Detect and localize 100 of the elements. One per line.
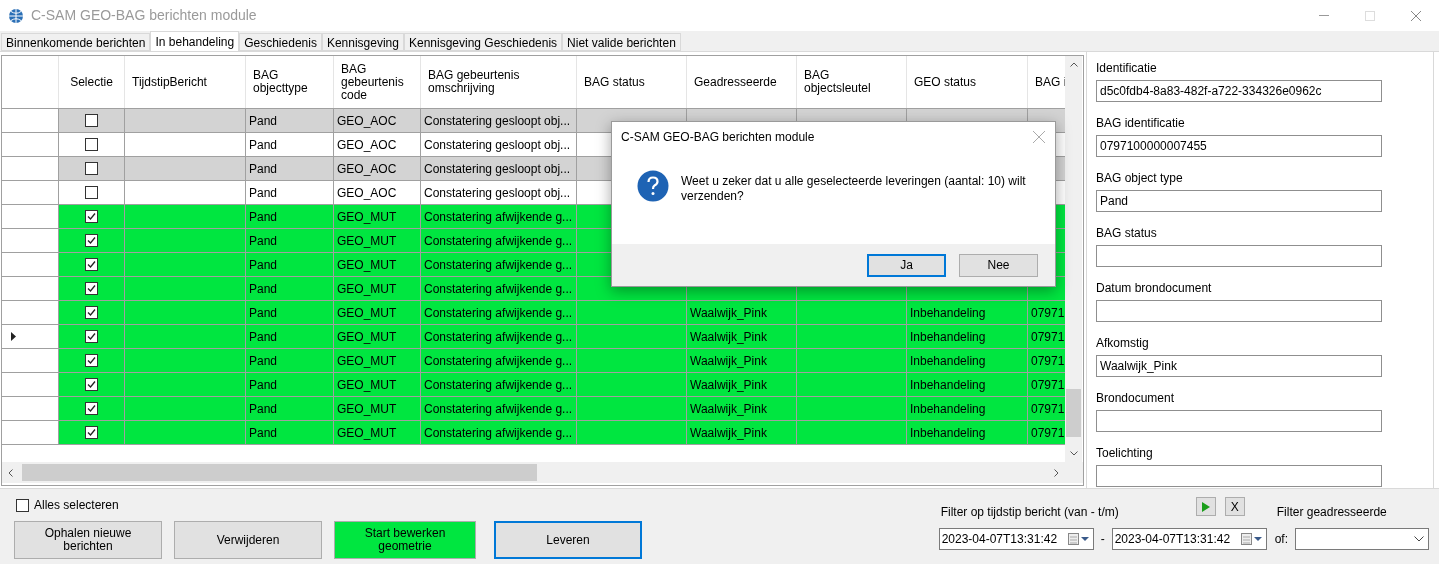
text-field[interactable] <box>1096 410 1382 432</box>
table-cell-text: Pand <box>249 376 278 394</box>
column-header[interactable]: BAG objectsleutel <box>797 56 907 108</box>
column-header[interactable]: Geadresseerde <box>687 56 797 108</box>
table-cell-text: GEO_MUT <box>337 352 397 370</box>
date-picker[interactable]: 2023-04-07T13:31:42 <box>938 528 1094 550</box>
text-field[interactable] <box>1096 300 1382 322</box>
column-header[interactable]: BAG gebeurtenis code <box>334 56 421 108</box>
column-header[interactable]: BAG status <box>577 56 687 108</box>
table-cell-text: Pand <box>249 424 278 442</box>
checkbox[interactable] <box>85 258 98 271</box>
column-header[interactable]: Selectie <box>59 56 125 108</box>
column-header[interactable]: BAG objecttype <box>246 56 334 108</box>
column-header[interactable]: BAG gebeurtenis omschrijving <box>421 56 577 108</box>
table-cell-text: GEO_MUT <box>337 376 397 394</box>
scrollbar-thumb[interactable] <box>22 464 537 481</box>
action-button[interactable]: Ophalen nieuwe berichten <box>14 521 162 559</box>
table-cell-text: GEO_AOC <box>337 184 397 202</box>
field-label: Identificatie <box>1096 60 1158 77</box>
action-button[interactable]: Verwijderen <box>174 521 322 559</box>
tab[interactable]: Binnenkomende berichten <box>1 33 151 51</box>
tab[interactable]: Geschiedenis <box>239 33 322 51</box>
tab[interactable]: Kennisgeving <box>321 33 404 51</box>
table-cell-text: Constatering gesloopt obj... <box>424 112 571 130</box>
chevron-left-icon[interactable] <box>8 468 13 477</box>
checkbox[interactable] <box>85 306 98 319</box>
column-header[interactable]: GEO status <box>907 56 1028 108</box>
text-field[interactable]: d5c0fdb4-8a83-482f-a722-334326e0962c <box>1096 80 1382 102</box>
table-cell-text: Constatering afwijkende g... <box>424 280 573 298</box>
table-cell-text: GEO_MUT <box>337 328 397 346</box>
play-icon <box>1201 501 1210 512</box>
tab[interactable]: Kennisgeving Geschiedenis <box>403 33 563 51</box>
text-field[interactable]: Waalwijk_Pink <box>1096 355 1382 377</box>
checkbox[interactable] <box>85 330 98 343</box>
text-field[interactable]: 0797100000007455 <box>1096 135 1382 157</box>
table-cell-text: 07971 <box>1031 304 1065 322</box>
grid-row[interactable]: Pand GEO_MUT Constatering afwijkende g... Waalwijk_Pink Inbehandeling 07971 <box>2 373 1065 397</box>
close-icon[interactable] <box>1033 131 1045 143</box>
table-cell-text: 07971 <box>1031 400 1065 418</box>
table-cell-text: GEO_MUT <box>337 424 397 442</box>
checkbox[interactable] <box>85 234 98 247</box>
field-label: Afkomstig <box>1096 335 1150 352</box>
calendar-icon[interactable] <box>1067 533 1090 545</box>
table-cell-text: Pand <box>249 184 278 202</box>
chevron-up-icon[interactable] <box>1069 62 1078 67</box>
text-field[interactable]: Pand <box>1096 190 1382 212</box>
checkbox[interactable] <box>85 114 98 127</box>
text-field[interactable] <box>1096 245 1382 267</box>
table-cell-text: 07971 <box>1031 328 1065 346</box>
column-header[interactable]: TijdstipBericht <box>125 56 246 108</box>
table-cell-text: Pand <box>249 160 278 178</box>
date-picker[interactable]: 2023-04-07T13:31:42 <box>1111 528 1267 550</box>
dialog-button[interactable]: Ja <box>867 253 946 277</box>
vertical-scrollbar[interactable] <box>1065 56 1082 462</box>
calendar-icon[interactable] <box>1240 533 1263 545</box>
question-icon <box>637 170 669 202</box>
grid-row[interactable]: Pand GEO_MUT Constatering afwijkende g... Waalwijk_Pink Inbehandeling 07971 <box>2 349 1065 373</box>
scrollbar-thumb[interactable] <box>1066 389 1081 437</box>
grid-row[interactable]: Pand GEO_MUT Constatering afwijkende g... Waalwijk_Pink Inbehandeling 07971 <box>2 325 1065 349</box>
grid-row[interactable]: Pand GEO_MUT Constatering afwijkende g... Waalwijk_Pink Inbehandeling 07971 <box>2 421 1065 445</box>
checkbox[interactable] <box>16 498 29 512</box>
checkbox[interactable] <box>85 354 98 367</box>
field-label: Toelichting <box>1096 445 1154 462</box>
table-cell-text: Pand <box>249 400 278 418</box>
grid-row[interactable]: Pand GEO_MUT Constatering afwijkende g... Waalwijk_Pink Inbehandeling 07971 <box>2 397 1065 421</box>
action-button[interactable]: Start bewerken geometrie <box>334 521 476 559</box>
table-cell-text: Constatering afwijkende g... <box>424 328 573 346</box>
table-cell-text: Waalwijk_Pink <box>690 424 767 442</box>
tab[interactable]: Niet valide berichten <box>562 33 681 51</box>
table-cell-text: Constatering afwijkende g... <box>424 208 573 226</box>
table-cell-text: Constatering afwijkende g... <box>424 256 573 274</box>
table-cell-text: Pand <box>249 304 278 322</box>
range-separator: - <box>1100 531 1105 548</box>
checkbox[interactable] <box>85 210 98 223</box>
checkbox[interactable] <box>85 186 98 199</box>
clear-filter-button[interactable]: X <box>1224 497 1245 516</box>
checkbox[interactable] <box>85 378 98 391</box>
checkbox[interactable] <box>85 282 98 295</box>
chevron-down-icon[interactable] <box>1069 451 1078 456</box>
horizontal-scrollbar[interactable] <box>2 462 1083 483</box>
action-button[interactable]: Leveren <box>494 521 642 559</box>
table-cell-text: GEO_MUT <box>337 232 397 250</box>
text-field[interactable] <box>1096 465 1382 487</box>
chevron-down-icon <box>1414 536 1424 542</box>
chevron-right-icon[interactable] <box>1054 468 1059 477</box>
checkbox[interactable] <box>85 138 98 151</box>
checkbox[interactable] <box>85 426 98 439</box>
apply-filter-button[interactable] <box>1195 497 1216 516</box>
tab[interactable]: In behandeling <box>150 31 240 51</box>
table-cell-text: Constatering gesloopt obj... <box>424 184 571 202</box>
addressee-dropdown[interactable] <box>1295 528 1429 550</box>
checkbox-label[interactable]: Alles selecteren <box>34 496 119 514</box>
checkbox[interactable] <box>85 162 98 175</box>
row-header[interactable] <box>2 325 59 348</box>
grid-row[interactable]: Pand GEO_MUT Constatering afwijkende g... Waalwijk_Pink Inbehandeling 07971 <box>2 301 1065 325</box>
checkbox[interactable] <box>85 402 98 415</box>
dialog-button[interactable]: Nee <box>959 253 1038 277</box>
table-cell-text: Waalwijk_Pink <box>690 376 767 394</box>
table-cell-text: Waalwijk_Pink <box>690 352 767 370</box>
table-cell-text: Pand <box>249 232 278 250</box>
